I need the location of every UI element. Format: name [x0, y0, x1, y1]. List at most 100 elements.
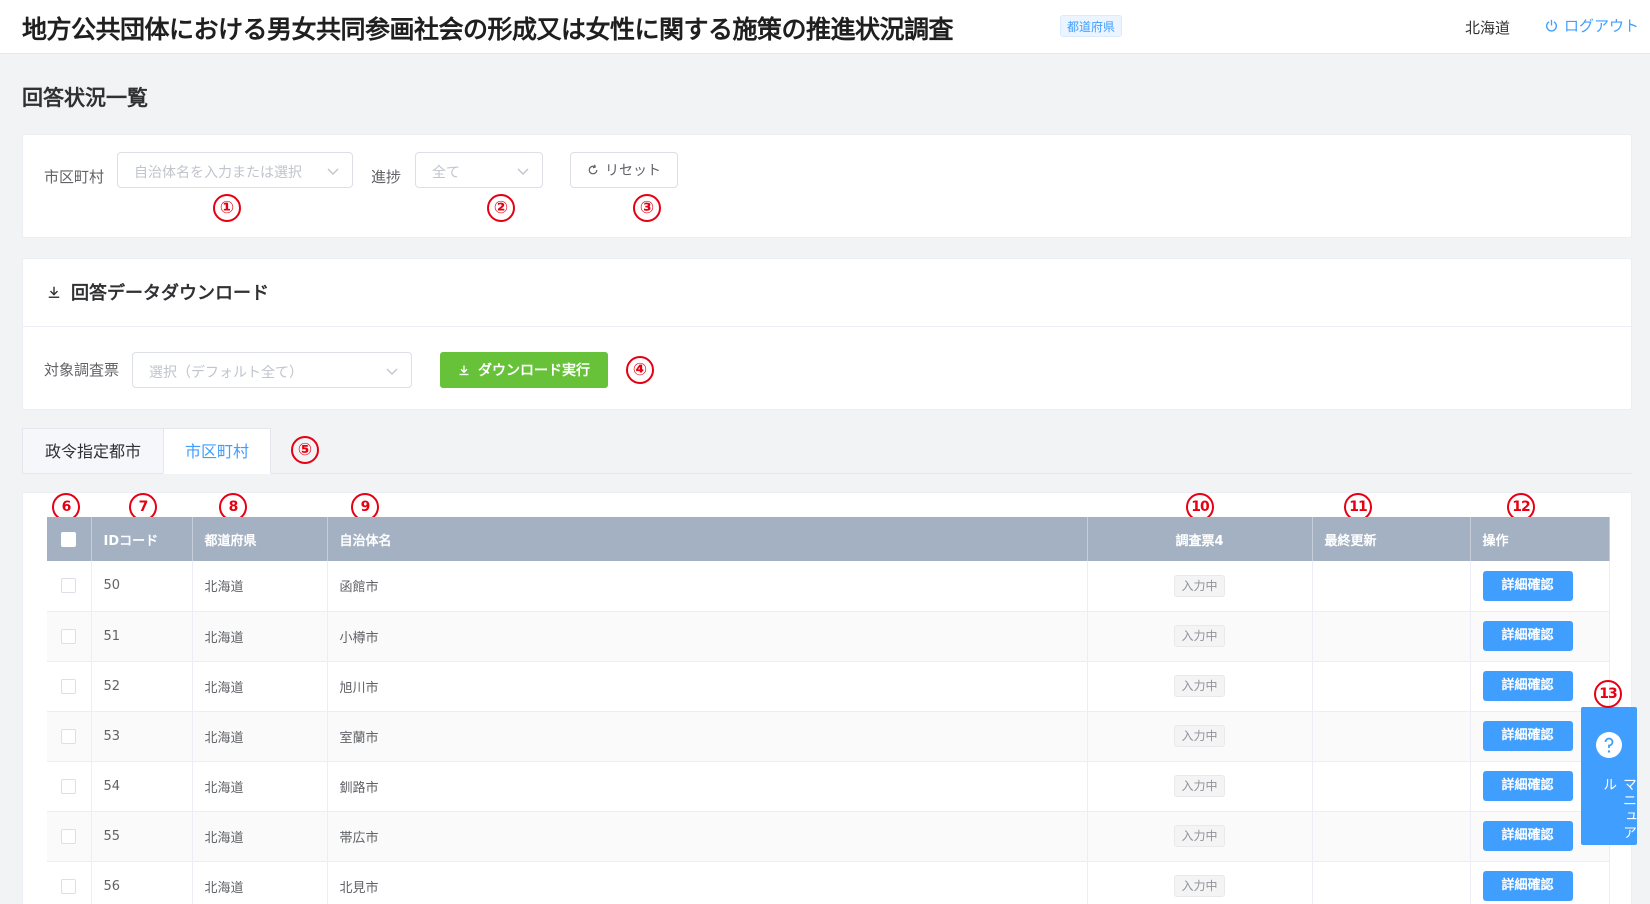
annotation-marker-1: ① — [213, 194, 241, 222]
reset-button[interactable]: リセット — [570, 152, 678, 188]
select-all-header — [47, 517, 92, 561]
download-title: 回答データダウンロード — [47, 279, 269, 305]
target-survey-placeholder: 選択（デフォルト全て） — [149, 365, 303, 381]
table-row: 50 北海道 函館市 入力中 詳細確認 — [47, 561, 1610, 612]
cell-status: 入力中 — [1087, 611, 1313, 662]
tab-bar: 政令指定都市 市区町村 ⑤ — [22, 428, 1632, 474]
annotation-marker-2: ② — [487, 194, 515, 222]
cell-actions: 詳細確認 — [1470, 561, 1610, 612]
tab-designated-city[interactable]: 政令指定都市 — [22, 428, 164, 474]
row-checkbox-cell — [47, 761, 92, 812]
chevron-down-icon — [386, 368, 398, 375]
progress-label: 進捗 — [371, 168, 402, 186]
refresh-icon — [588, 164, 598, 175]
column-header-municipality: 自治体名 — [327, 517, 1088, 561]
column-header-survey4: 調査票4 — [1087, 517, 1313, 561]
cell-municipality: 小樽市 — [327, 611, 1088, 662]
cell-last-updated — [1312, 761, 1471, 812]
cell-prefecture: 北海道 — [192, 761, 328, 812]
cell-last-updated — [1312, 811, 1471, 862]
target-survey-select[interactable]: 選択（デフォルト全て） — [132, 352, 412, 388]
row-checkbox[interactable] — [61, 828, 77, 844]
cell-status: 入力中 — [1087, 861, 1313, 904]
status-badge: 入力中 — [1174, 875, 1225, 897]
progress-select[interactable]: 全て — [415, 152, 543, 188]
cell-municipality: 北見市 — [327, 861, 1088, 904]
download-panel-header: 回答データダウンロード — [23, 259, 1631, 327]
annotation-marker-13: 13 — [1594, 680, 1622, 708]
cell-municipality: 帯広市 — [327, 811, 1088, 862]
row-checkbox[interactable] — [61, 728, 77, 744]
detail-check-button[interactable]: 詳細確認 — [1482, 771, 1573, 801]
column-header-prefecture: 都道府県 — [192, 517, 328, 561]
detail-check-button[interactable]: 詳細確認 — [1482, 671, 1573, 701]
detail-check-button[interactable]: 詳細確認 — [1482, 721, 1573, 751]
logout-label: ログアウト — [1564, 17, 1640, 35]
question-icon — [1596, 732, 1622, 758]
table-row: 51 北海道 小樽市 入力中 詳細確認 — [47, 611, 1610, 662]
power-icon — [1545, 19, 1558, 32]
download-execute-button[interactable]: ダウンロード実行 — [440, 352, 608, 388]
annotation-marker-3: ③ — [633, 194, 661, 222]
row-checkbox[interactable] — [61, 778, 77, 794]
cell-status: 入力中 — [1087, 561, 1313, 612]
row-checkbox[interactable] — [61, 628, 77, 644]
cell-prefecture: 北海道 — [192, 661, 328, 712]
logout-button[interactable]: ログアウト — [1545, 15, 1639, 36]
column-header-actions: 操作 — [1470, 517, 1610, 561]
select-all-checkbox[interactable] — [61, 531, 77, 547]
row-checkbox-cell — [47, 661, 92, 712]
cell-last-updated — [1312, 711, 1471, 762]
cell-actions: 詳細確認 — [1470, 861, 1610, 904]
table-row: 54 北海道 釧路市 入力中 詳細確認 — [47, 761, 1610, 812]
status-badge: 入力中 — [1174, 675, 1225, 697]
manual-button[interactable]: マニュアル — [1581, 707, 1637, 845]
cell-id: 52 — [91, 661, 193, 712]
page-title: 回答状況一覧 — [22, 86, 148, 110]
column-header-last-updated: 最終更新 — [1312, 517, 1471, 561]
manual-label: マニュアル — [1601, 777, 1637, 841]
download-title-label: 回答データダウンロード — [71, 283, 269, 304]
cell-status: 入力中 — [1087, 711, 1313, 762]
cell-actions: 詳細確認 — [1470, 661, 1610, 712]
detail-check-button[interactable]: 詳細確認 — [1482, 871, 1573, 901]
download-icon — [459, 365, 469, 376]
cell-id: 51 — [91, 611, 193, 662]
cell-prefecture: 北海道 — [192, 711, 328, 762]
row-checkbox-cell — [47, 861, 92, 904]
row-checkbox[interactable] — [61, 678, 77, 694]
table-row: 52 北海道 旭川市 入力中 詳細確認 — [47, 661, 1610, 712]
row-checkbox[interactable] — [61, 878, 77, 894]
status-badge: 入力中 — [1174, 725, 1225, 747]
cell-last-updated — [1312, 561, 1471, 612]
cell-municipality: 函館市 — [327, 561, 1088, 612]
cell-last-updated — [1312, 861, 1471, 904]
detail-check-button[interactable]: 詳細確認 — [1482, 821, 1573, 851]
municipality-select[interactable]: 自治体名を入力または選択 — [117, 152, 353, 188]
cell-status: 入力中 — [1087, 761, 1313, 812]
annotation-marker-4: ④ — [626, 356, 654, 384]
row-checkbox[interactable] — [61, 578, 77, 594]
cell-last-updated — [1312, 661, 1471, 712]
row-checkbox-cell — [47, 711, 92, 762]
detail-check-button[interactable]: 詳細確認 — [1482, 570, 1573, 601]
role-badge: 都道府県 — [1060, 15, 1123, 37]
cell-municipality: 旭川市 — [327, 661, 1088, 712]
cell-municipality: 室蘭市 — [327, 711, 1088, 762]
cell-actions: 詳細確認 — [1470, 611, 1610, 662]
target-survey-label: 対象調査票 — [44, 361, 120, 379]
cell-prefecture: 北海道 — [192, 611, 328, 662]
app-title: 地方公共団体における男女共同参画社会の形成又は女性に関する施策の推進状況調査 — [22, 15, 954, 44]
municipality-label: 市区町村 — [44, 168, 105, 186]
status-badge: 入力中 — [1174, 625, 1225, 647]
app-header: 地方公共団体における男女共同参画社会の形成又は女性に関する施策の推進状況調査 都… — [0, 0, 1650, 54]
table-row: 53 北海道 室蘭市 入力中 詳細確認 — [47, 711, 1610, 762]
cell-prefecture: 北海道 — [192, 561, 328, 612]
detail-check-button[interactable]: 詳細確認 — [1482, 621, 1573, 651]
row-checkbox-cell — [47, 811, 92, 862]
tab-municipality[interactable]: 市区町村 — [163, 428, 271, 474]
progress-value: 全て — [432, 165, 460, 181]
row-checkbox-cell — [47, 561, 92, 612]
cell-municipality: 釧路市 — [327, 761, 1088, 812]
chevron-down-icon — [327, 168, 339, 175]
